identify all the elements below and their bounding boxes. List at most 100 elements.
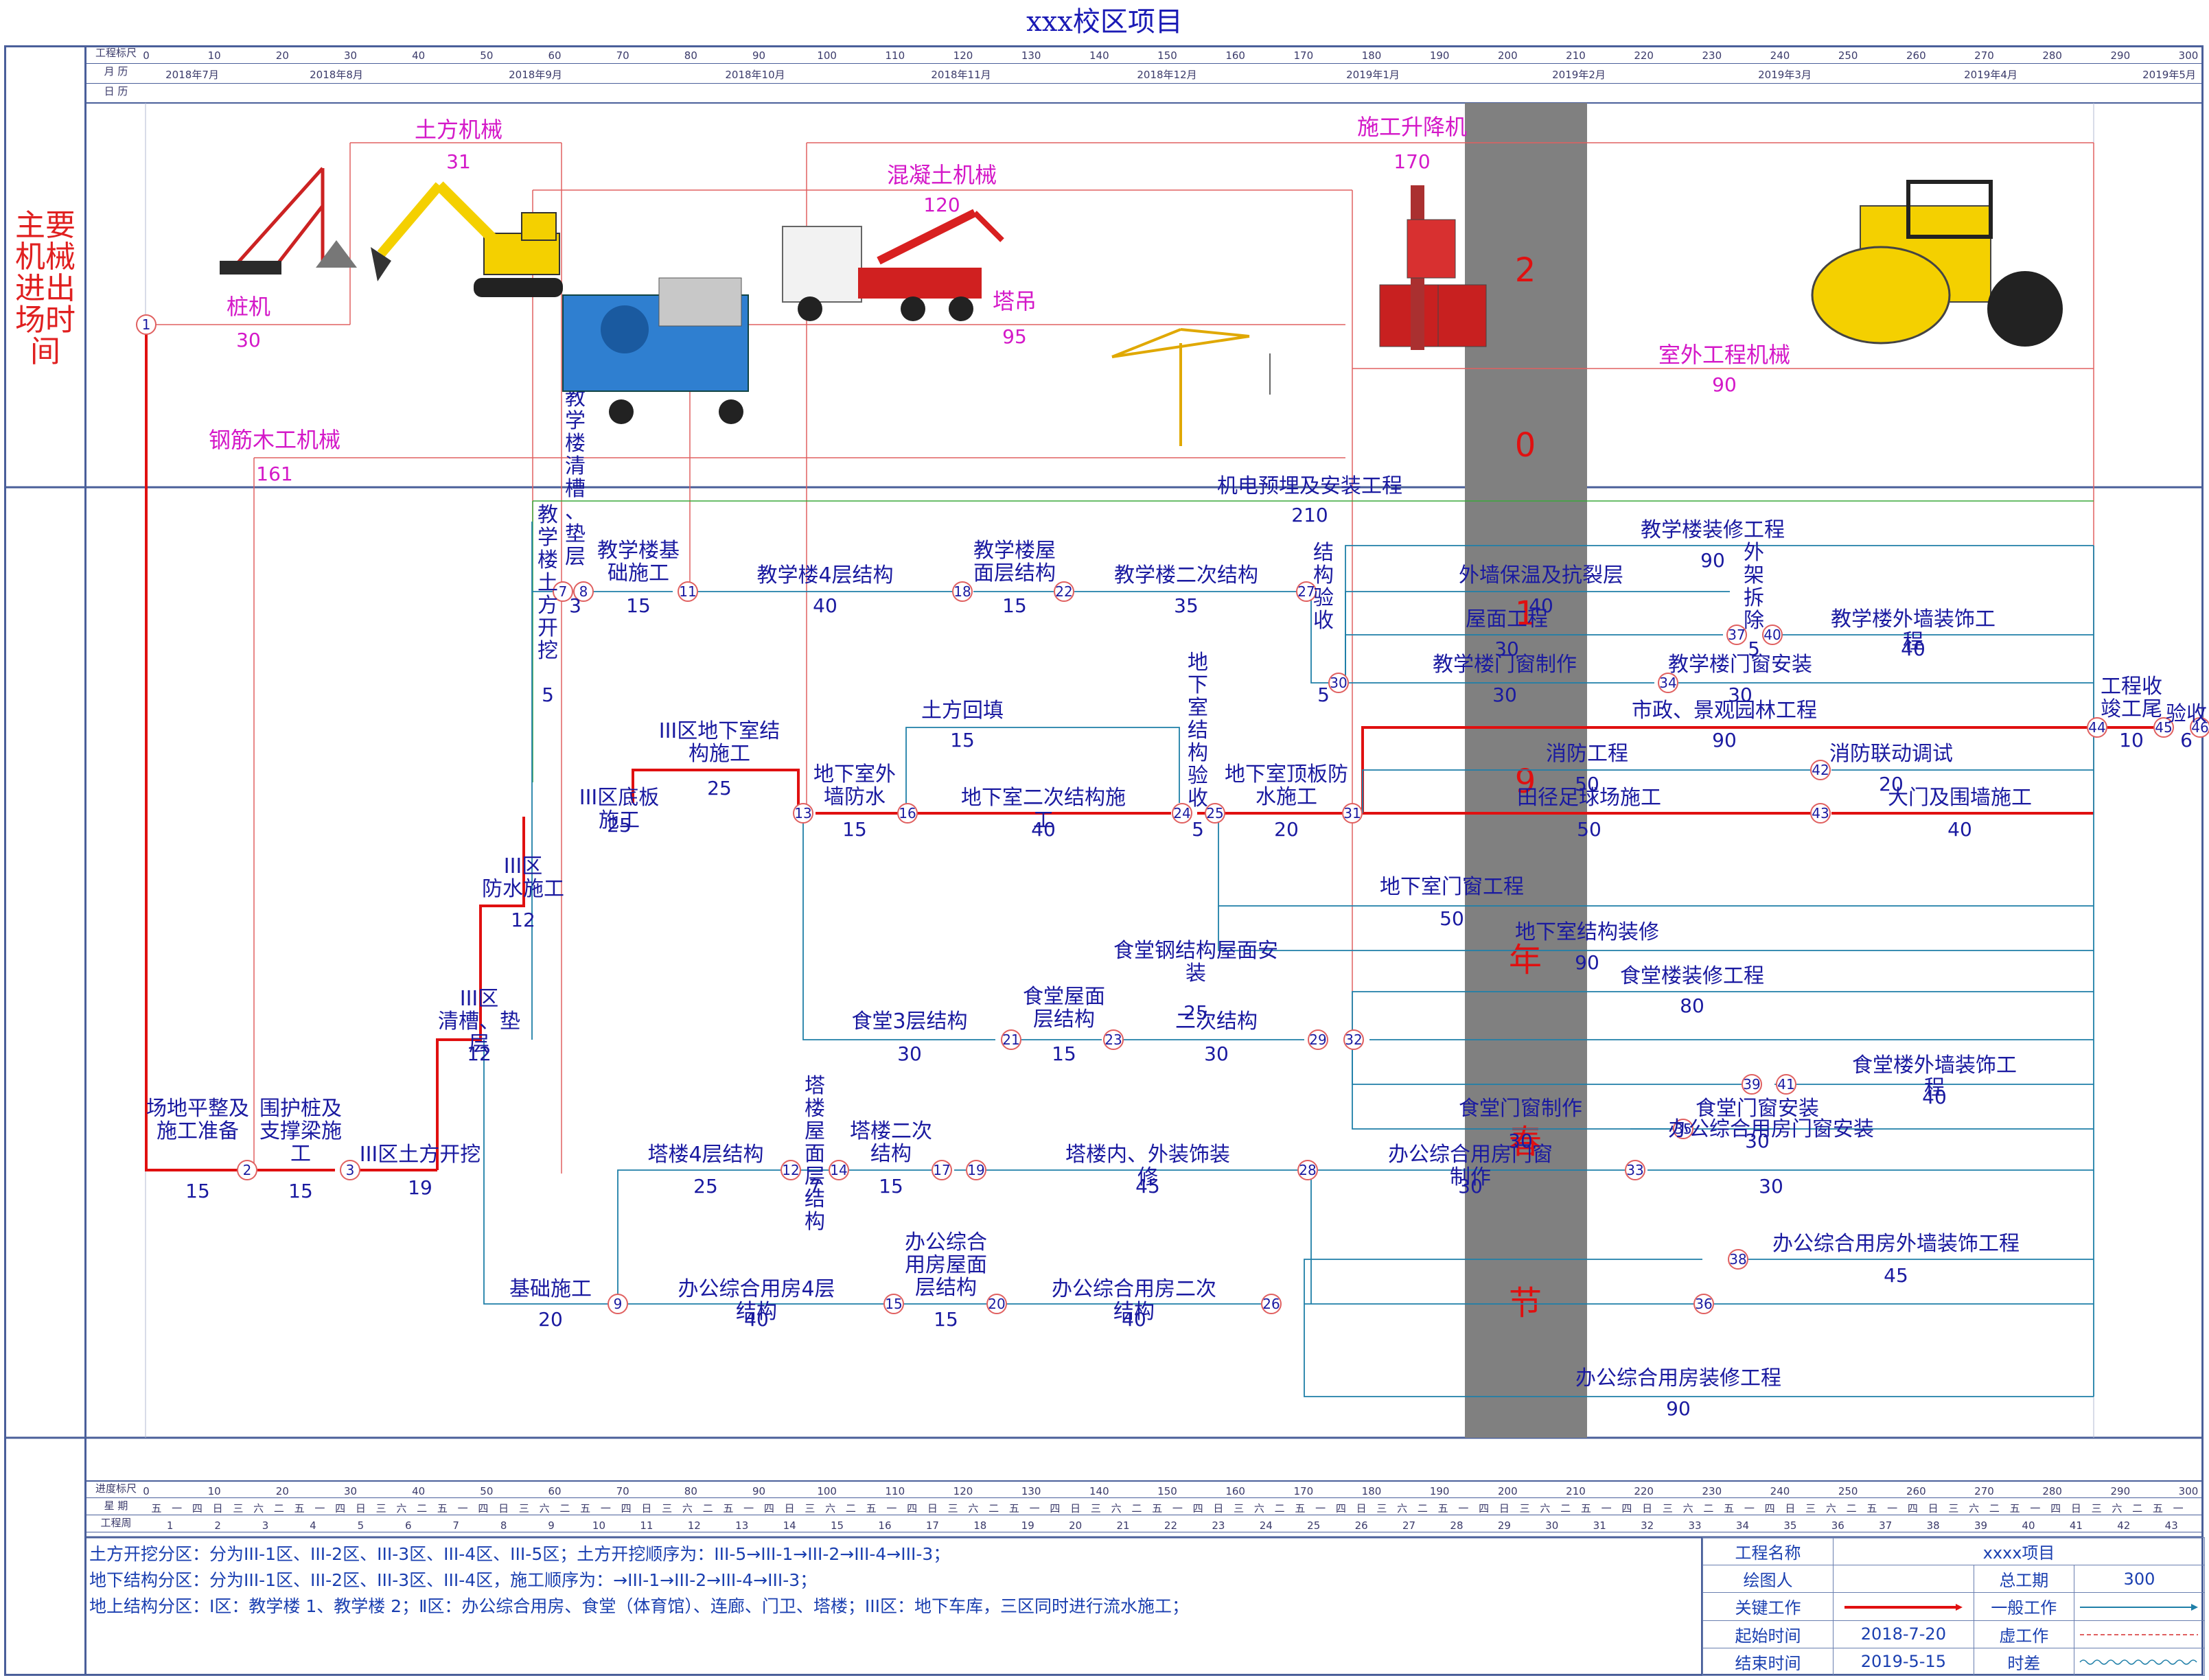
task-name: 构 (1188, 741, 1208, 765)
event-node-number: 9 (614, 1296, 623, 1312)
weekday-label: 日 (356, 1502, 366, 1515)
ruler-tick-top: 40 (412, 49, 425, 62)
weekday-label: 一 (1601, 1502, 1612, 1515)
task-name: 塔 (805, 1074, 825, 1098)
float-label: 时差 (1973, 1647, 2074, 1677)
task-name: 机电预埋及安装工程 (1217, 474, 1402, 498)
ruler-tick-top: 190 (1430, 49, 1450, 62)
ruler-tick-top: 120 (953, 49, 973, 62)
task-name: 教学楼装修工程 (1641, 518, 1785, 542)
task-duration: 7 (809, 1175, 821, 1198)
task-duration: 15 (626, 594, 651, 617)
task-duration: 25 (707, 777, 732, 800)
machine-duration: 90 (1712, 373, 1737, 396)
week-label: 7 (452, 1519, 459, 1532)
week-label: 34 (1736, 1519, 1749, 1532)
weekday-label: 日 (1213, 1502, 1223, 1515)
task-name: 办公综合用房外墙装饰工程 (1772, 1232, 2020, 1256)
task-name: 基础施工 (509, 1277, 592, 1301)
ruler-tick-top: 300 (2179, 49, 2199, 62)
task-name: 槽 (565, 477, 586, 501)
week-label: 6 (405, 1519, 412, 1532)
event-node-number: 16 (899, 805, 916, 821)
task-name: 教学楼二次结构 (1114, 563, 1258, 587)
task-duration: 30 (897, 1042, 922, 1065)
task-duration: 12 (511, 909, 535, 931)
weekday-label: 一 (743, 1502, 754, 1515)
duration-value: 300 (2073, 1565, 2206, 1594)
task-name: III区 (460, 987, 499, 1011)
task-name: 教学楼屋 (973, 539, 1056, 563)
weekday-label: 二 (703, 1502, 713, 1515)
machine-name: 施工升降机 (1357, 114, 1467, 140)
float-legend-line (2073, 1647, 2206, 1677)
ruler-tick-top: 110 (886, 49, 905, 62)
task-name: 教学楼外墙装饰工 (1831, 607, 1996, 631)
task-name: 架 (1744, 563, 1764, 587)
machine-name: 室外工程机械 (1658, 342, 1790, 368)
task-duration: 15 (879, 1175, 903, 1198)
ruler-tick-bottom: 220 (1634, 1485, 1654, 1497)
task-name: 楼 (805, 1097, 825, 1121)
task-name: 验收 (2166, 702, 2207, 726)
weekday-label: 一 (172, 1502, 182, 1515)
ruler-tick-bottom: 300 (2179, 1485, 2199, 1497)
task-name: 除 (1744, 609, 1764, 633)
ruler-tick-top: 130 (1021, 49, 1041, 62)
weekday-label: 五 (294, 1502, 305, 1515)
machine-illustrations (220, 167, 2063, 446)
ruler-tick-top: 260 (1906, 49, 1926, 62)
event-node-number: 28 (1299, 1162, 1316, 1178)
week-label: 12 (688, 1519, 701, 1532)
task-duration: 90 (1575, 951, 1599, 974)
task-name: 层结构 (1033, 1007, 1095, 1031)
weekday-label: 一 (2173, 1502, 2184, 1515)
machine-duration: 95 (1002, 325, 1027, 348)
ruler-tick-bottom: 10 (208, 1485, 221, 1497)
weekday-label: 五 (580, 1502, 590, 1515)
task-name: 结 (1188, 719, 1208, 743)
event-node-number: 38 (1729, 1251, 1746, 1268)
event-node-number: 21 (1002, 1031, 1019, 1048)
weekday-label: 六 (1397, 1502, 1407, 1515)
task-duration: 30 (1458, 1175, 1483, 1198)
weekday-label: 日 (1928, 1502, 1939, 1515)
task-duration: 15 (185, 1180, 210, 1202)
critical-legend-line (1833, 1592, 1974, 1621)
task-name: 消防工程 (1546, 742, 1628, 766)
task-duration: 25 (693, 1175, 718, 1198)
project-name-label: 工程名称 (1702, 1537, 1834, 1566)
ruler-tick-bottom: 30 (344, 1485, 357, 1497)
task-duration: 40 (1901, 638, 1925, 660)
task-name: 外墙保温及抗裂层 (1459, 563, 1623, 587)
week-label: 30 (1545, 1519, 1558, 1532)
event-node-number: 14 (830, 1162, 847, 1178)
week-label: 18 (973, 1519, 986, 1532)
ruler-tick-top: 80 (684, 49, 697, 62)
task-duration: 19 (408, 1176, 432, 1199)
week-label: 3 (262, 1519, 269, 1532)
event-node-number: 26 (1262, 1296, 1280, 1312)
ruler-tick-top: 30 (344, 49, 357, 62)
ruler-tick-top: 250 (1838, 49, 1858, 62)
month-label: 2019年4月 (1964, 69, 2017, 81)
weekday-label: 五 (866, 1502, 877, 1515)
machine-name: 土方机械 (415, 117, 502, 143)
weekday-label: 三 (1948, 1502, 1958, 1515)
week-label: 43 (2165, 1519, 2178, 1532)
week-label: 1 (167, 1519, 174, 1532)
task-duration: 40 (744, 1308, 769, 1331)
week-label: 37 (1879, 1519, 1892, 1532)
task-duration: 20 (538, 1308, 563, 1331)
weekday-label: 三 (1091, 1502, 1101, 1515)
machine-duration: 31 (446, 150, 471, 173)
event-node-number: 2 (243, 1162, 252, 1178)
task-duration: 5 (1192, 818, 1204, 841)
note-earthwork: 土方开挖分区：分为III-1区、III-2区、III-3区、III-4区、III… (89, 1544, 951, 1564)
weekday-label: 六 (1683, 1502, 1693, 1515)
task-duration: 45 (1135, 1175, 1160, 1198)
task-duration: 90 (1700, 549, 1725, 572)
holiday-char: 0 (1515, 426, 1536, 465)
week-label: 24 (1260, 1519, 1273, 1532)
task-name: 防水施工 (482, 877, 564, 901)
